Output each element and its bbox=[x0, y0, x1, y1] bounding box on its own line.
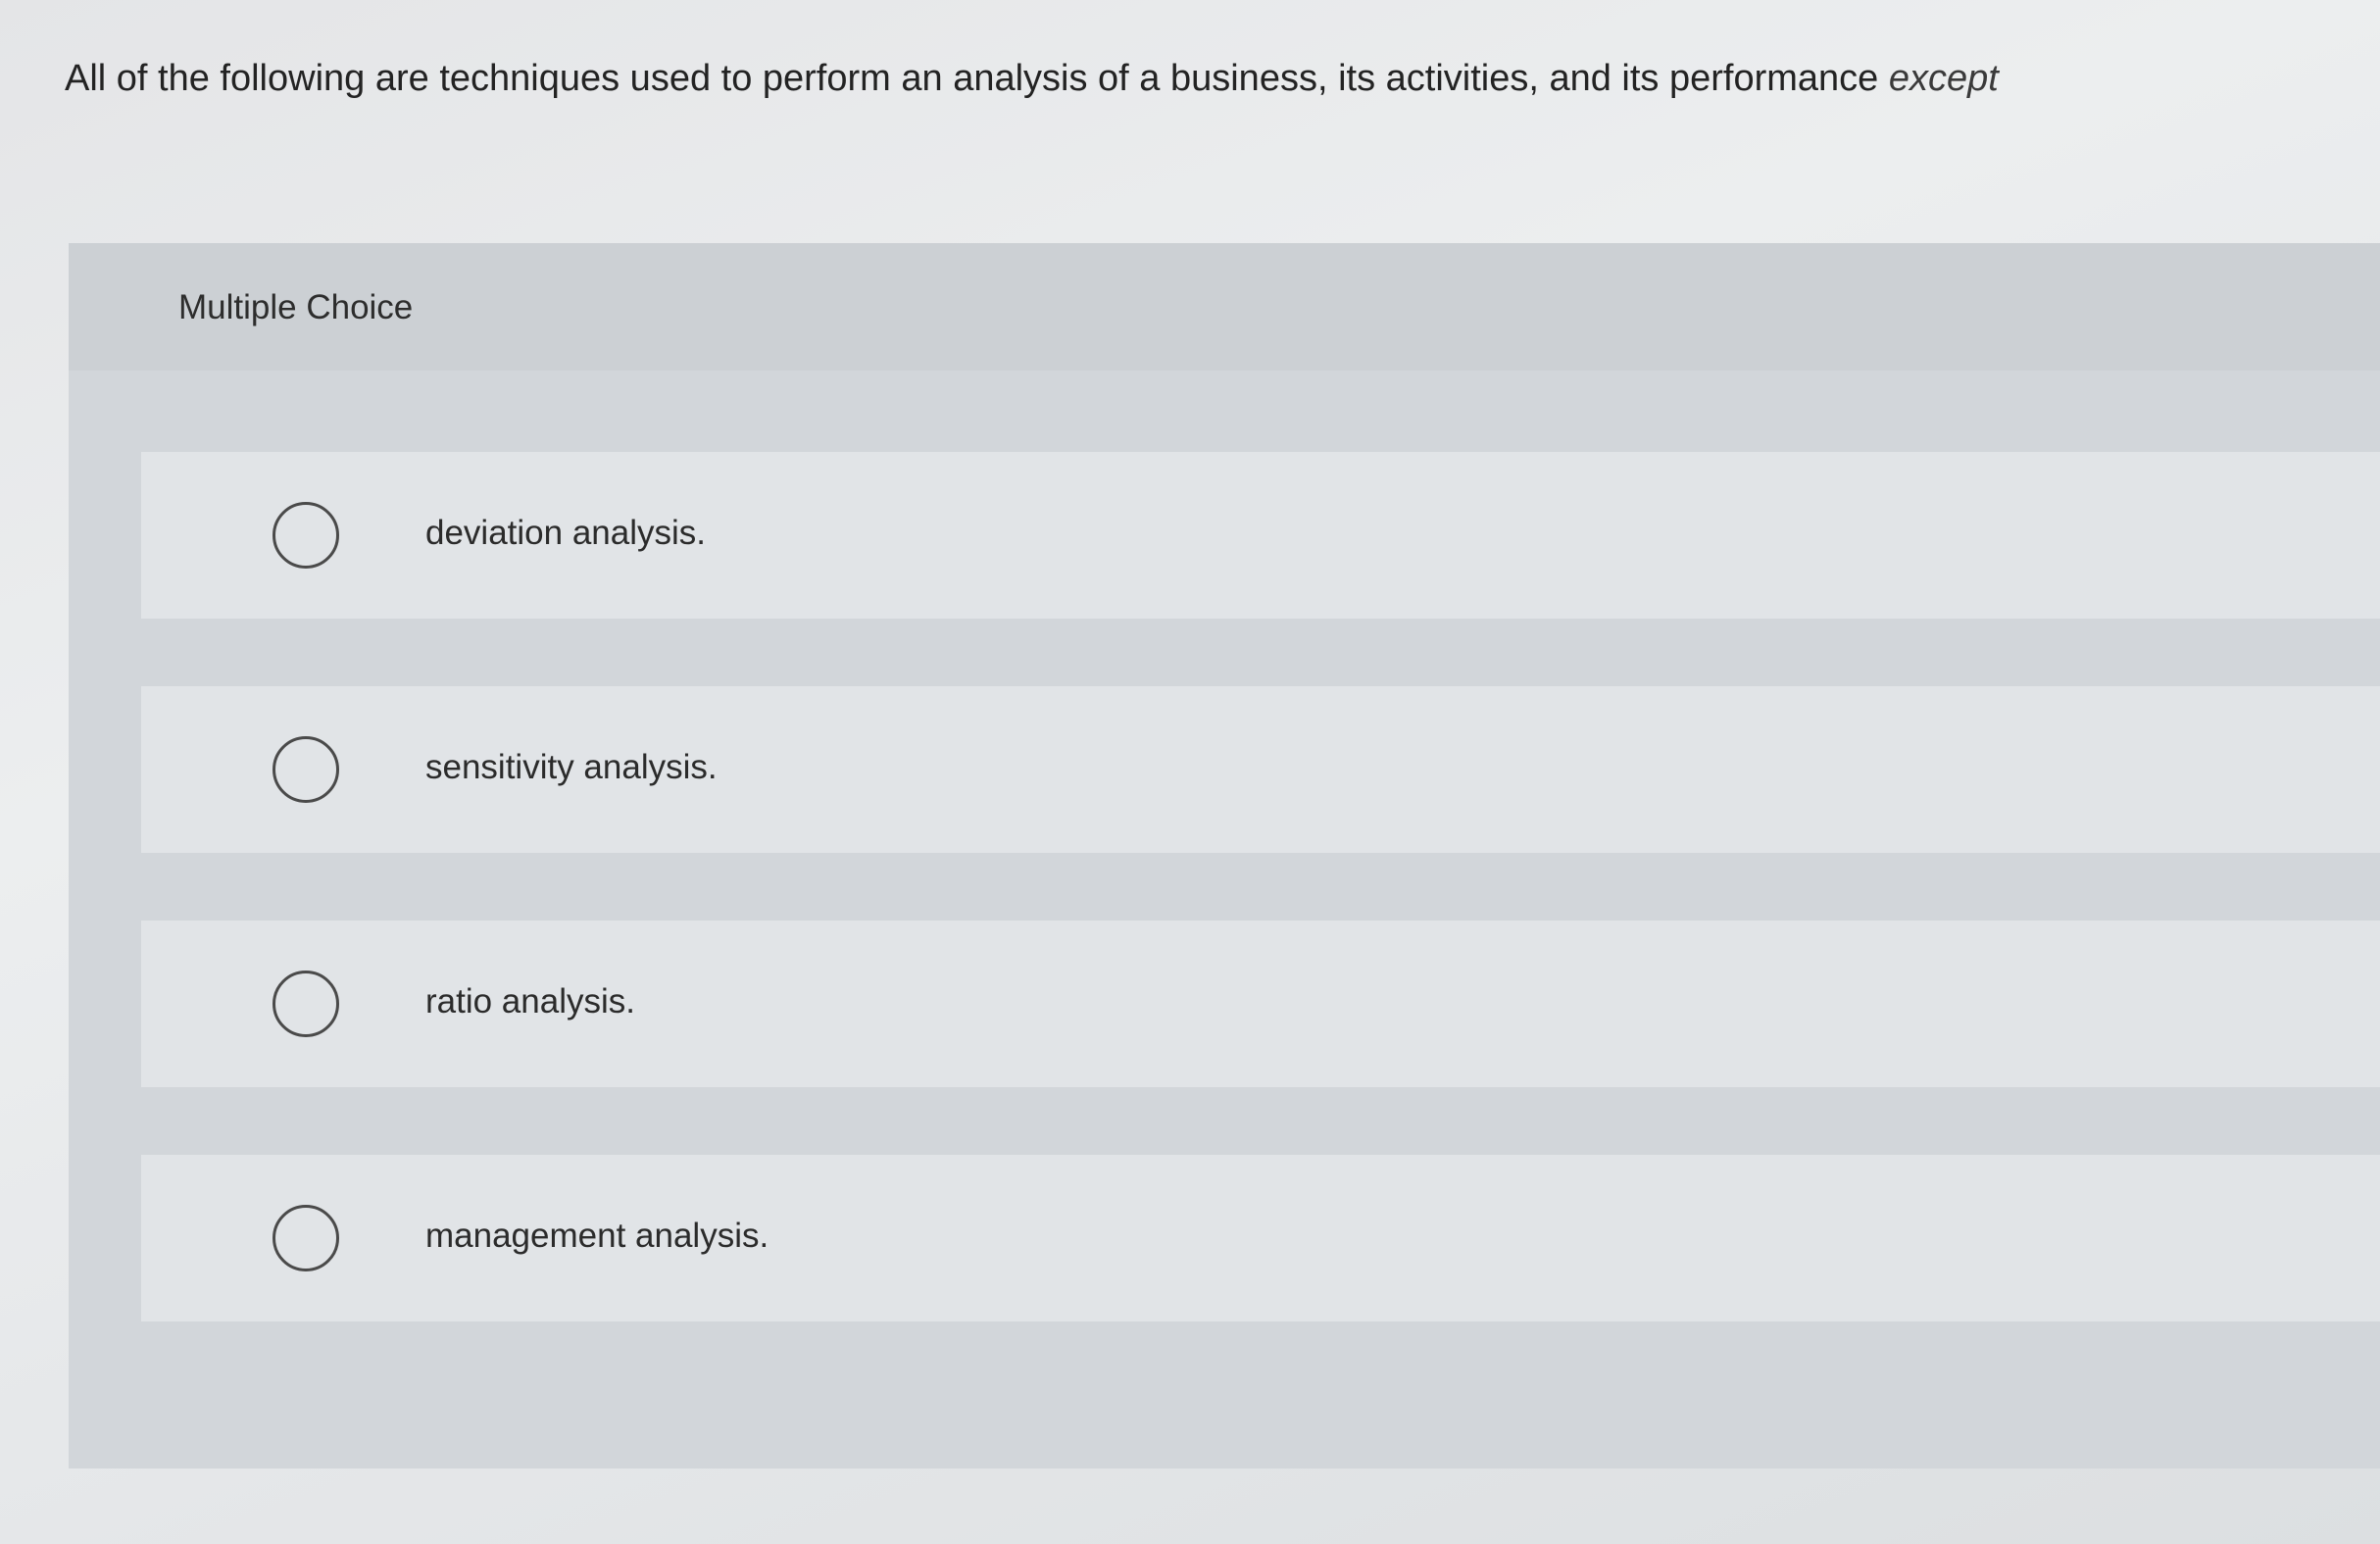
question-emphasis: except bbox=[1888, 58, 1999, 99]
choice-label: ratio analysis. bbox=[425, 982, 635, 1021]
panel-header: Multiple Choice bbox=[69, 243, 2380, 371]
choice-label: sensitivity analysis. bbox=[425, 748, 718, 786]
choice-option-2[interactable]: sensitivity analysis. bbox=[141, 686, 2380, 853]
question-stem: All of the following are techniques used… bbox=[65, 58, 1879, 99]
radio-unchecked-icon[interactable] bbox=[273, 736, 339, 803]
radio-unchecked-icon[interactable] bbox=[273, 502, 339, 569]
radio-unchecked-icon[interactable] bbox=[273, 1205, 339, 1271]
radio-unchecked-icon[interactable] bbox=[273, 971, 339, 1037]
choice-label: management analysis. bbox=[425, 1217, 769, 1255]
choice-label: deviation analysis. bbox=[425, 514, 706, 552]
multiple-choice-panel: Multiple Choice deviation analysis. sens… bbox=[69, 243, 2380, 1469]
choice-option-3[interactable]: ratio analysis. bbox=[141, 921, 2380, 1087]
question-type-label: Multiple Choice bbox=[178, 288, 414, 326]
choice-option-4[interactable]: management analysis. bbox=[141, 1155, 2380, 1321]
question-text: All of the following are techniques used… bbox=[65, 51, 2319, 106]
choice-option-1[interactable]: deviation analysis. bbox=[141, 452, 2380, 619]
